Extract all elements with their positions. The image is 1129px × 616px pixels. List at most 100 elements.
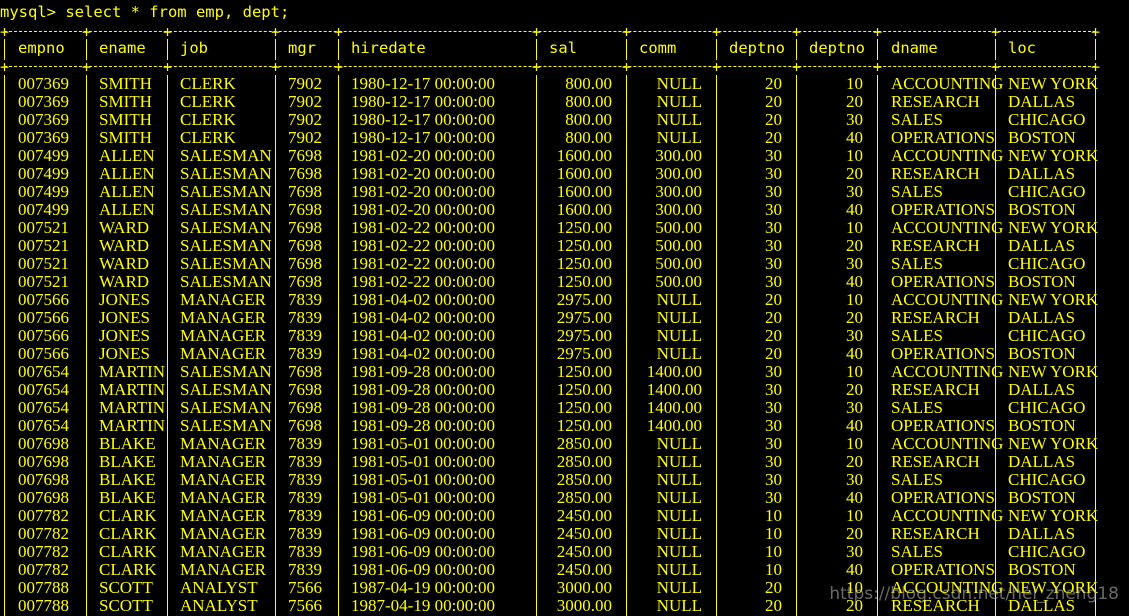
table-cell: 7839 [288,524,322,543]
table-cell: WARD [99,236,150,255]
table-cell: 1981-09-28 00:00:00 [351,416,496,435]
column-divider [796,39,797,60]
table-cell: NULL [656,488,702,507]
table-cell: 2450.00 [556,542,612,561]
border-joint: + [82,58,92,76]
table-cell: BOSTON [1008,560,1076,579]
column-divider [877,39,878,60]
table-cell: ANALYST [180,596,258,615]
table-cell: SALES [891,326,943,345]
table-cell: 300.00 [655,182,702,201]
column-header-loc[interactable]: loc [1008,39,1036,57]
table-cell: NULL [656,128,702,147]
table-cell: 007521 [18,272,69,291]
table-cell: NEW YORK [1008,218,1099,237]
table-cell: CLERK [180,92,236,111]
table-cell: 20 [846,452,863,471]
table-cell: 7839 [288,470,322,489]
table-cell: 30 [765,434,782,453]
table-cell: 7698 [288,164,322,183]
table-cell: 007499 [18,164,69,183]
table-cell: SMITH [99,92,152,111]
table-cell: BLAKE [99,452,156,471]
table-row: 007521 WARD SALESMAN 7698 1981-02-22 00:00:0… [0,237,1129,255]
table-cell: CHICAGO [1008,182,1086,201]
table-row: 007654 MARTIN SALESMAN 7698 1981-09-28 00:00… [0,381,1129,399]
table-cell: 007782 [18,542,69,561]
table-cell: 7839 [288,452,322,471]
table-cell: MANAGER [180,560,266,579]
table-cell: 10 [765,542,782,561]
table-cell: 20 [765,290,782,309]
table-cell: 1250.00 [556,272,612,291]
border-joint: + [792,58,802,76]
table-cell: 007521 [18,236,69,255]
column-header-empno[interactable]: empno [18,39,65,57]
table-cell: SALESMAN [180,200,272,219]
table-cell: BLAKE [99,488,156,507]
table-cell: 007788 [18,578,69,597]
column-header-hiredate[interactable]: hiredate [351,39,426,57]
column-header-dname[interactable]: dname [891,39,938,57]
table-cell: 7698 [288,416,322,435]
table-cell: 7902 [288,74,322,93]
table-cell: OPERATIONS [891,344,995,363]
terminal-window[interactable]: mysql> select * from emp, dept; + + + + + + + +… [0,0,1129,616]
table-cell: 30 [846,254,863,273]
table-cell: 007698 [18,452,69,471]
column-header-job[interactable]: job [180,39,208,57]
table-cell: 007499 [18,146,69,165]
table-cell: 2850.00 [556,488,612,507]
table-cell: SALES [891,182,943,201]
table-cell: SALESMAN [180,164,272,183]
table-cell: 007654 [18,380,69,399]
table-cell: 1981-06-09 00:00:00 [351,506,496,525]
table-cell: SMITH [99,74,152,93]
table-row: 007566 JONES MANAGER 7839 1981-04-02 00:00:0… [0,291,1129,309]
column-header-deptno[interactable]: deptno [809,39,865,57]
table-row: 007782 CLARK MANAGER 7839 1981-06-09 00:00:0… [0,507,1129,525]
column-header-mgr[interactable]: mgr [288,39,316,57]
table-cell: 1980-12-17 00:00:00 [351,92,496,111]
table-cell: 1981-04-02 00:00:00 [351,308,496,327]
table-cell: 007566 [18,326,69,345]
table-cell: 300.00 [655,164,702,183]
table-cell: 10 [846,146,863,165]
table-cell: 1981-04-02 00:00:00 [351,326,496,345]
table-cell: 1980-12-17 00:00:00 [351,74,496,93]
table-cell: JONES [99,290,151,309]
table-cell: 3000.00 [556,596,612,615]
table-cell: 10 [846,74,863,93]
table-cell: 2850.00 [556,434,612,453]
table-row: 007782 CLARK MANAGER 7839 1981-06-09 00:00:0… [0,543,1129,561]
table-cell: OPERATIONS [891,128,995,147]
table-cell: OPERATIONS [891,272,995,291]
column-header-deptno[interactable]: deptno [729,39,785,57]
table-row: 007499 ALLEN SALESMAN 7698 1981-02-20 00:00:… [0,147,1129,165]
table-cell: 7839 [288,290,322,309]
table-header-border: + + + + + + + + + + + + [0,58,1100,76]
table-cell: 20 [765,326,782,345]
table-cell: CLERK [180,110,236,129]
table-cell: 30 [846,398,863,417]
table-cell: 7698 [288,398,322,417]
table-cell: 7839 [288,434,322,453]
table-cell: 007566 [18,290,69,309]
column-header-comm[interactable]: comm [639,39,676,57]
border-joint: + [0,58,10,76]
table-cell: 1600.00 [556,200,612,219]
column-header-sal[interactable]: sal [549,39,577,57]
table-cell: 1981-05-01 00:00:00 [351,452,496,471]
table-cell: ACCOUNTING [891,506,1004,525]
column-header-ename[interactable]: ename [99,39,146,57]
table-cell: MANAGER [180,470,266,489]
table-cell: 1250.00 [556,254,612,273]
table-cell: 7839 [288,344,322,363]
table-cell: 500.00 [655,272,702,291]
table-cell: MANAGER [180,542,266,561]
table-cell: SALES [891,542,943,561]
table-cell: 40 [846,416,863,435]
table-cell: 1981-02-22 00:00:00 [351,272,496,291]
table-cell: 1981-02-20 00:00:00 [351,146,496,165]
table-row: 007698 BLAKE MANAGER 7839 1981-05-01 00:00:0… [0,471,1129,489]
